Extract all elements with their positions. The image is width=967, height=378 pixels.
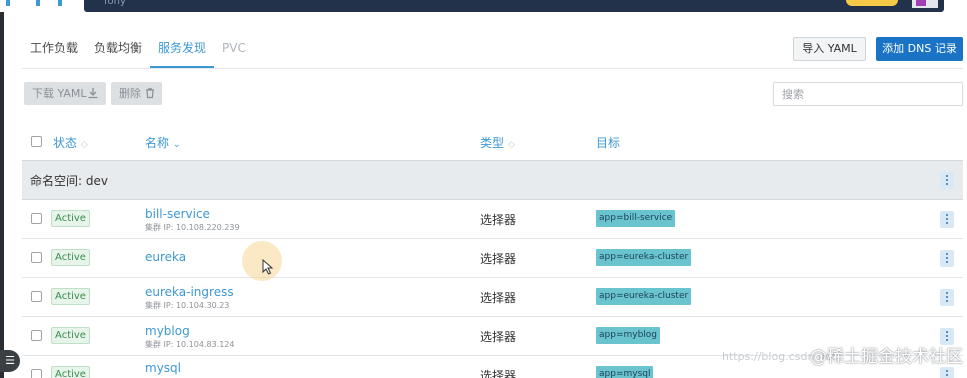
- target-tag: app=eureka-cluster: [596, 249, 692, 266]
- download-icon: [88, 88, 98, 99]
- watermark-brand: @稀土掘金技术社区: [810, 347, 963, 367]
- import-yaml-button[interactable]: 导入 YAML: [793, 37, 866, 61]
- cluster-ip: 集群 IP: 10.104.83.124: [145, 340, 235, 349]
- target-tag: app=eureka-cluster: [596, 288, 692, 305]
- tab-pvc[interactable]: PVC: [214, 30, 254, 68]
- download-yaml-button[interactable]: 下载 YAML: [24, 82, 106, 105]
- cluster-selector[interactable]: fony: [84, 0, 944, 12]
- notification-pill[interactable]: [846, 0, 898, 6]
- sort-icon: ◇: [81, 140, 88, 150]
- top-nav-bar: fony: [0, 0, 967, 12]
- row-menu-button[interactable]: [940, 250, 954, 267]
- menu-icon[interactable]: ☰: [0, 350, 20, 372]
- service-name-link[interactable]: eureka: [145, 250, 186, 264]
- target-tag: app=bill-service: [596, 210, 676, 227]
- tab-workloads[interactable]: 工作负载: [22, 30, 86, 68]
- service-name-link[interactable]: myblog: [145, 324, 190, 338]
- delete-label: 删除: [119, 87, 141, 100]
- column-state-label: 状态: [53, 136, 78, 150]
- sort-icon: ◇: [508, 140, 515, 150]
- row-checkbox[interactable]: [31, 291, 42, 302]
- cluster-ip: 集群 IP: 10.108.220.239: [145, 223, 240, 232]
- service-name-link[interactable]: mysql: [145, 361, 181, 375]
- status-badge: Active: [51, 249, 90, 266]
- service-type: 选择器: [480, 369, 517, 378]
- target-tag: app=mysql: [596, 366, 654, 378]
- service-type: 选择器: [480, 252, 517, 266]
- column-name[interactable]: 名称 ⌄: [145, 134, 181, 151]
- status-badge: Active: [51, 210, 90, 227]
- left-edge-strip: [0, 12, 4, 378]
- row-checkbox[interactable]: [31, 369, 42, 378]
- service-type: 选择器: [480, 291, 517, 305]
- select-all-checkbox[interactable]: [31, 136, 42, 147]
- column-type[interactable]: 类型 ◇: [480, 134, 515, 151]
- search-input[interactable]: [773, 82, 963, 106]
- row-menu-button[interactable]: [940, 211, 954, 228]
- table-row: Active eureka 选择器 app=eureka-cluster: [22, 239, 963, 278]
- tab-load-balancing[interactable]: 负载均衡: [86, 30, 150, 68]
- add-dns-record-button[interactable]: 添加 DNS 记录: [876, 37, 963, 61]
- cursor-highlight: [242, 241, 282, 281]
- table-header: 状态 ◇ 名称 ⌄ 类型 ◇ 目标: [22, 124, 963, 161]
- column-state[interactable]: 状态 ◇: [53, 134, 88, 151]
- tab-service-discovery[interactable]: 服务发现: [150, 30, 215, 68]
- service-type: 选择器: [480, 330, 517, 344]
- table-row: Active bill-service 集群 IP: 10.108.220.23…: [22, 200, 963, 239]
- service-name-link[interactable]: eureka-ingress: [145, 285, 234, 299]
- cluster-name: fony: [104, 0, 126, 7]
- tabs-divider: [22, 68, 963, 69]
- service-name-link[interactable]: bill-service: [145, 207, 210, 221]
- status-badge: Active: [51, 288, 90, 305]
- row-checkbox[interactable]: [31, 252, 42, 263]
- table-row: Active eureka-ingress 集群 IP: 10.104.30.2…: [22, 278, 963, 317]
- service-type: 选择器: [480, 213, 517, 227]
- user-avatar[interactable]: [912, 0, 938, 8]
- namespace-menu-button[interactable]: [940, 172, 954, 189]
- trash-icon: [146, 88, 154, 99]
- row-checkbox[interactable]: [31, 213, 42, 224]
- namespace-label: 命名空间: dev: [30, 174, 108, 188]
- tab-bar: 工作负载 负载均衡 服务发现 PVC: [22, 30, 254, 68]
- row-menu-button[interactable]: [940, 289, 954, 306]
- namespace-group-row: 命名空间: dev: [22, 161, 963, 200]
- column-target: 目标: [596, 134, 620, 151]
- cluster-ip: 集群 IP: 10.104.30.23: [145, 301, 230, 310]
- status-badge: Active: [51, 366, 90, 378]
- column-type-label: 类型: [480, 136, 505, 150]
- rancher-logo[interactable]: [0, 0, 70, 12]
- target-tag: app=myblog: [596, 327, 661, 344]
- column-target-label: 目标: [596, 136, 621, 150]
- delete-button[interactable]: 删除: [111, 82, 162, 105]
- row-menu-button[interactable]: [940, 367, 954, 378]
- mouse-pointer-icon: [262, 259, 274, 275]
- services-table: 状态 ◇ 名称 ⌄ 类型 ◇ 目标 命名空间: dev Active bill-ser…: [22, 124, 963, 378]
- row-checkbox[interactable]: [31, 330, 42, 341]
- sort-desc-icon: ⌄: [173, 140, 181, 150]
- status-badge: Active: [51, 327, 90, 344]
- column-name-label: 名称: [145, 136, 170, 150]
- download-yaml-label: 下载 YAML: [32, 87, 87, 100]
